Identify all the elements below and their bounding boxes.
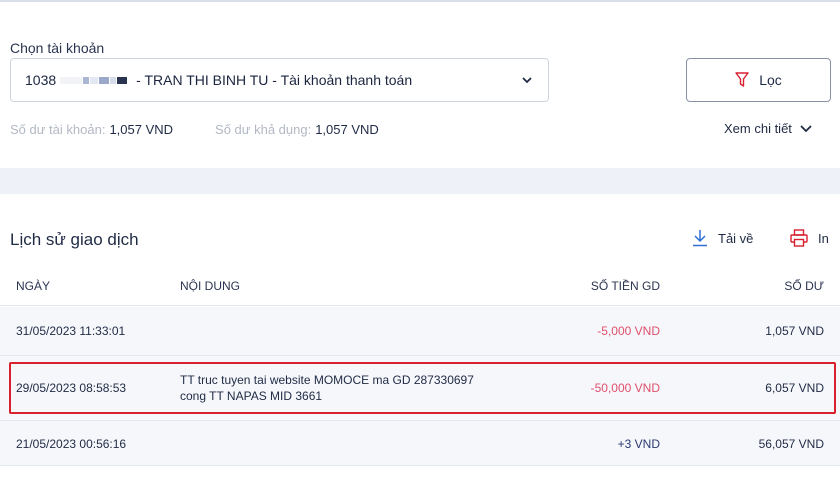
chevron-down-icon [522, 77, 532, 84]
masked-digits [60, 75, 128, 85]
row-balance: 1,057 VND [765, 324, 824, 338]
row-date: 29/05/2023 08:58:53 [16, 381, 127, 395]
download-icon [693, 230, 707, 247]
row-amount: +3 VND [617, 437, 660, 451]
table-row[interactable]: 21/05/2023 00:56:16 +3 VND 56,057 VND [0, 421, 840, 465]
print-icon [790, 229, 808, 247]
available-balance-value: 1,057 VND [315, 122, 379, 137]
row-balance: 6,057 VND [765, 381, 824, 395]
account-number: 1038 [25, 72, 57, 88]
account-balance-label: Số dư tài khoản: [10, 122, 106, 137]
print-button[interactable]: In [790, 229, 829, 247]
print-label: In [818, 230, 829, 246]
header-content: NỘI DUNG [180, 279, 240, 293]
top-border [0, 0, 840, 2]
row-content-line2: cong TT NAPAS MID 3661 [180, 389, 323, 403]
header-date: NGÀY [16, 279, 51, 293]
account-label: Chọn tài khoản [10, 40, 105, 56]
download-button[interactable]: Tải về [692, 229, 753, 247]
view-detail-link[interactable]: Xem chi tiết [724, 121, 812, 136]
history-title: Lịch sử giao dịch [10, 230, 139, 249]
header-balance: SỐ DƯ [784, 279, 824, 293]
balances: Số dư tài khoản: 1,057 VND Số dư khả dụn… [10, 122, 421, 137]
filter-button[interactable]: Lọc [686, 58, 831, 102]
filter-icon [735, 72, 749, 87]
account-balance-value: 1,057 VND [109, 122, 174, 137]
chevron-down-icon [800, 124, 812, 132]
row-amount: -50,000 VND [590, 381, 660, 395]
row-date: 31/05/2023 11:33:01 [16, 324, 126, 338]
account-name: - TRAN THI BINH TU - Tài khoản thanh toá… [136, 72, 413, 88]
row-divider [0, 465, 840, 466]
download-label: Tải về [718, 230, 754, 246]
section-divider [0, 168, 840, 194]
row-content-line1: TT truc tuyen tai website MOMOCE ma GD 2… [180, 373, 474, 387]
view-detail-label: Xem chi tiết [724, 121, 792, 136]
table-row[interactable]: 31/05/2023 11:33:01 -5,000 VND 1,057 VND [0, 307, 840, 355]
available-balance-label: Số dư khả dụng: [215, 122, 312, 137]
filter-label: Lọc [759, 72, 782, 88]
account-select[interactable]: 1038 - TRAN THI BINH TU - Tài khoản than… [10, 58, 549, 102]
table-row[interactable]: 29/05/2023 08:58:53 TT truc tuyen tai we… [0, 356, 840, 420]
header-amount: SỐ TIỀN GD [590, 279, 660, 293]
table-header: NGÀY NỘI DUNG SỐ TIỀN GD SỐ DƯ [0, 266, 840, 306]
row-amount: -5,000 VND [597, 324, 660, 338]
row-balance: 56,057 VND [758, 437, 824, 451]
row-date: 21/05/2023 00:56:16 [16, 437, 127, 451]
